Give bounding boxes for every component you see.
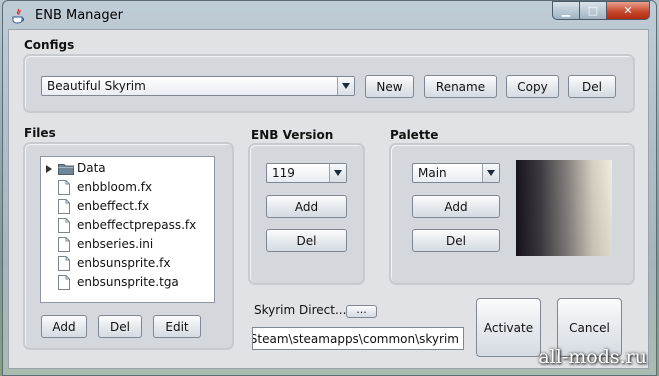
files-tree[interactable]: Data enbbloom.fx enbeffect.fx enbeffectp…: [40, 156, 215, 303]
file-icon: [58, 237, 70, 252]
config-select-value: Beautiful Skyrim: [47, 79, 146, 93]
edit-file-button[interactable]: Edit: [153, 315, 201, 338]
configs-label: Configs: [24, 38, 75, 52]
enb-version-label: ENB Version: [251, 128, 334, 142]
skyrim-directory-path: 6)\Steam\steamapps\common\skyrim: [252, 332, 459, 346]
expand-arrow-icon[interactable]: [46, 165, 52, 173]
watermark: all-mods.ru: [538, 346, 647, 368]
file-name: enbseries.ini: [77, 237, 154, 251]
enb-version-select[interactable]: 119: [266, 163, 347, 183]
file-icon: [58, 218, 70, 233]
chevron-down-icon: [482, 164, 499, 182]
chevron-down-icon: [337, 77, 354, 95]
tree-folder-label: Data: [77, 161, 106, 175]
file-name: enbbloom.fx: [77, 180, 153, 194]
files-label: Files: [24, 126, 56, 140]
palette-label: Palette: [390, 128, 439, 142]
add-file-button[interactable]: Add: [41, 315, 87, 338]
list-item[interactable]: enbsunsprite.fx: [41, 254, 214, 273]
palette-preview: [516, 160, 612, 256]
palette-select-value: Main: [418, 166, 447, 180]
maximize-icon: □: [587, 4, 599, 17]
list-item[interactable]: enbseries.ini: [41, 235, 214, 254]
browse-directory-button[interactable]: ...: [346, 304, 377, 318]
activate-button[interactable]: Activate: [476, 298, 541, 357]
file-name: enbeffectprepass.fx: [77, 218, 197, 232]
close-icon: ✕: [623, 4, 633, 17]
chevron-down-icon: [329, 164, 346, 182]
file-name: enbeffect.fx: [77, 199, 150, 213]
copy-config-button[interactable]: Copy: [506, 75, 559, 98]
delete-palette-button[interactable]: Del: [412, 229, 500, 252]
config-select[interactable]: Beautiful Skyrim: [41, 76, 355, 96]
add-palette-button[interactable]: Add: [412, 195, 500, 218]
delete-file-button[interactable]: Del: [98, 315, 142, 338]
minimize-icon: ▁: [561, 4, 571, 17]
delete-config-button[interactable]: Del: [568, 75, 616, 98]
maximize-button[interactable]: □: [579, 1, 606, 20]
list-item[interactable]: enbeffect.fx: [41, 197, 214, 216]
add-enb-version-button[interactable]: Add: [266, 195, 347, 218]
title-bar[interactable]: ENB Manager ▁ □ ✕: [3, 1, 656, 29]
tree-folder-data[interactable]: Data: [41, 159, 214, 178]
file-icon: [58, 180, 70, 195]
window-title: ENB Manager: [35, 8, 123, 23]
file-icon: [58, 275, 70, 290]
palette-select[interactable]: Main: [412, 163, 500, 183]
java-icon: [12, 8, 24, 24]
file-icon: [58, 199, 70, 214]
skyrim-directory-label: Skyrim Direct...: [254, 303, 347, 317]
rename-config-button[interactable]: Rename: [424, 75, 497, 98]
file-name: enbsunsprite.fx: [77, 256, 171, 270]
minimize-button[interactable]: ▁: [552, 1, 579, 20]
window-controls: ▁ □ ✕: [552, 1, 650, 21]
close-button[interactable]: ✕: [606, 1, 650, 20]
list-item[interactable]: enbsunsprite.tga: [41, 273, 214, 292]
list-item[interactable]: enbeffectprepass.fx: [41, 216, 214, 235]
file-icon: [58, 256, 70, 271]
new-config-button[interactable]: New: [365, 75, 414, 98]
list-item[interactable]: enbbloom.fx: [41, 178, 214, 197]
delete-enb-version-button[interactable]: Del: [266, 229, 347, 252]
file-name: enbsunsprite.tga: [77, 275, 179, 289]
enb-version-value: 119: [272, 166, 295, 180]
skyrim-directory-field[interactable]: 6)\Steam\steamapps\common\skyrim: [252, 327, 464, 350]
folder-icon: [58, 164, 74, 175]
